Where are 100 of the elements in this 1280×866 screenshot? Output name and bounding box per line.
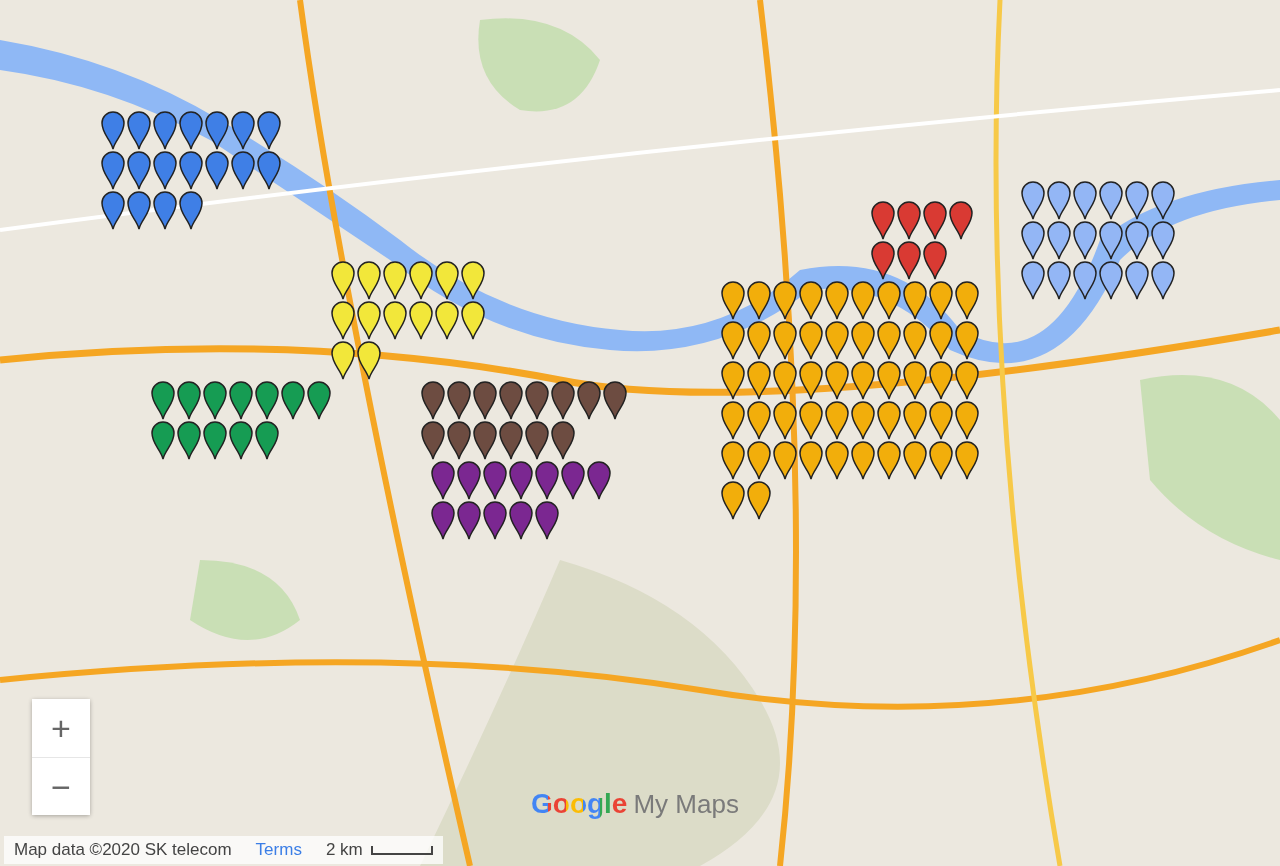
map-marker-icon[interactable] [330,260,356,300]
map-marker-icon[interactable] [720,320,746,360]
map-marker-icon[interactable] [746,280,772,320]
map-marker-icon[interactable] [824,440,850,480]
map-marker-icon[interactable] [434,260,460,300]
map-marker-icon[interactable] [746,400,772,440]
map-marker-icon[interactable] [902,280,928,320]
map-marker-icon[interactable] [902,360,928,400]
map-marker-icon[interactable] [922,200,948,240]
map-marker-icon[interactable] [498,420,524,460]
map-marker-icon[interactable] [460,300,486,340]
map-marker-icon[interactable] [876,320,902,360]
map-marker-icon[interactable] [420,420,446,460]
map-marker-icon[interactable] [954,360,980,400]
map-marker-icon[interactable] [602,380,628,420]
map-marker-icon[interactable] [824,360,850,400]
map-marker-icon[interactable] [772,440,798,480]
map-marker-icon[interactable] [922,240,948,280]
map-marker-icon[interactable] [902,320,928,360]
map-marker-icon[interactable] [928,280,954,320]
map-marker-icon[interactable] [870,240,896,280]
map-marker-icon[interactable] [902,400,928,440]
map-marker-icon[interactable] [230,110,256,150]
map-marker-icon[interactable] [1020,260,1046,300]
map-marker-icon[interactable] [954,400,980,440]
map-marker-icon[interactable] [586,460,612,500]
map-marker-icon[interactable] [482,500,508,540]
map-marker-icon[interactable] [382,300,408,340]
map-marker-icon[interactable] [456,460,482,500]
map-marker-icon[interactable] [850,400,876,440]
map-marker-icon[interactable] [430,500,456,540]
map-marker-icon[interactable] [850,320,876,360]
map-marker-icon[interactable] [1046,220,1072,260]
map-marker-icon[interactable] [954,280,980,320]
map-marker-icon[interactable] [524,420,550,460]
map-marker-icon[interactable] [534,460,560,500]
map-marker-icon[interactable] [280,380,306,420]
map-marker-icon[interactable] [356,260,382,300]
map-marker-icon[interactable] [928,320,954,360]
map-marker-icon[interactable] [1124,180,1150,220]
map-marker-icon[interactable] [928,360,954,400]
map-marker-icon[interactable] [1046,260,1072,300]
map-marker-icon[interactable] [152,150,178,190]
map-marker-icon[interactable] [202,380,228,420]
map-marker-icon[interactable] [850,280,876,320]
map-marker-icon[interactable] [772,280,798,320]
map-marker-icon[interactable] [948,200,974,240]
map-marker-icon[interactable] [720,400,746,440]
map-marker-icon[interactable] [1150,220,1176,260]
terms-link[interactable]: Terms [255,840,302,860]
map-marker-icon[interactable] [178,150,204,190]
map-marker-icon[interactable] [876,280,902,320]
map-marker-icon[interactable] [178,190,204,230]
map-marker-icon[interactable] [446,420,472,460]
map-marker-icon[interactable] [152,190,178,230]
zoom-button[interactable]: − [32,757,90,815]
map-marker-icon[interactable] [534,500,560,540]
map-marker-icon[interactable] [928,400,954,440]
map-marker-icon[interactable] [254,420,280,460]
map-marker-icon[interactable] [720,280,746,320]
map-marker-icon[interactable] [100,190,126,230]
map-marker-icon[interactable] [152,110,178,150]
map-marker-icon[interactable] [876,440,902,480]
map-marker-icon[interactable] [150,380,176,420]
map-marker-icon[interactable] [1046,180,1072,220]
map-marker-icon[interactable] [472,420,498,460]
map-marker-icon[interactable] [1098,180,1124,220]
map-marker-icon[interactable] [228,380,254,420]
map-marker-icon[interactable] [482,460,508,500]
map-marker-icon[interactable] [228,420,254,460]
map-marker-icon[interactable] [420,380,446,420]
map-marker-icon[interactable] [850,440,876,480]
map-marker-icon[interactable] [408,300,434,340]
map-marker-icon[interactable] [498,380,524,420]
map-marker-icon[interactable] [772,320,798,360]
map-marker-icon[interactable] [430,460,456,500]
map-marker-icon[interactable] [178,110,204,150]
map-marker-icon[interactable] [824,280,850,320]
map-marker-icon[interactable] [508,460,534,500]
map-marker-icon[interactable] [928,440,954,480]
map-marker-icon[interactable] [126,150,152,190]
map-marker-icon[interactable] [896,240,922,280]
map-marker-icon[interactable] [720,360,746,400]
map-marker-icon[interactable] [524,380,550,420]
map-marker-icon[interactable] [720,480,746,520]
map-marker-icon[interactable] [798,400,824,440]
map-marker-icon[interactable] [230,150,256,190]
map-marker-icon[interactable] [896,200,922,240]
map-marker-icon[interactable] [720,440,746,480]
map-marker-icon[interactable] [1150,180,1176,220]
map-marker-icon[interactable] [472,380,498,420]
map-marker-icon[interactable] [876,400,902,440]
map-marker-icon[interactable] [204,150,230,190]
map-marker-icon[interactable] [550,420,576,460]
map-marker-icon[interactable] [876,360,902,400]
map-marker-icon[interactable] [460,260,486,300]
map-marker-icon[interactable] [1072,220,1098,260]
map-marker-icon[interactable] [446,380,472,420]
map-marker-icon[interactable] [1072,180,1098,220]
map-marker-icon[interactable] [306,380,332,420]
